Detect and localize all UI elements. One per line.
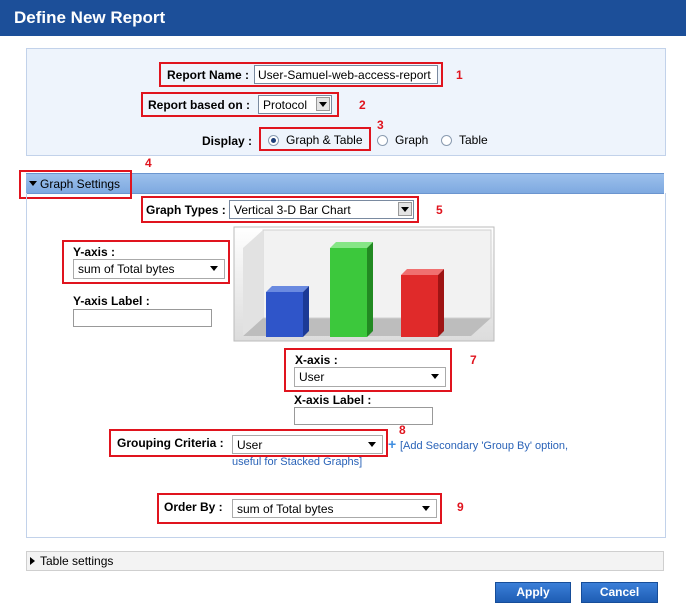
grouping-criteria-select[interactable]: User	[232, 435, 383, 454]
cancel-button[interactable]: Cancel	[581, 582, 658, 603]
add-secondary-group-by-link[interactable]: [Add Secondary 'Group By' option,	[400, 440, 568, 452]
preview-side-wall	[243, 230, 263, 336]
add-plus-icon[interactable]: +	[388, 437, 396, 451]
y-axis-label-input[interactable]	[73, 309, 212, 327]
callout-number-3: 3	[377, 118, 384, 132]
apply-button[interactable]: Apply	[495, 582, 571, 603]
report-name-label: Report Name :	[167, 68, 250, 82]
callout-number-5: 5	[436, 203, 443, 217]
x-axis-select[interactable]: User	[294, 367, 446, 387]
graph-types-select[interactable]: Vertical 3-D Bar Chart	[229, 200, 414, 219]
radio-table[interactable]	[441, 135, 452, 146]
y-axis-label: Y-axis :	[73, 245, 116, 259]
table-settings-label[interactable]: Table settings	[40, 554, 113, 568]
order-by-label: Order By :	[164, 500, 223, 514]
display-label: Display :	[202, 134, 253, 148]
callout-number-9: 9	[457, 500, 464, 514]
chevron-down-icon	[431, 374, 439, 379]
dropdown-arrow-icon	[398, 202, 412, 216]
y-axis-value: sum of Total bytes	[78, 262, 175, 276]
radio-graph-and-table-label: Graph & Table	[286, 133, 363, 147]
x-axis-value: User	[299, 370, 325, 384]
order-by-value: sum of Total bytes	[237, 502, 334, 516]
report-name-input[interactable]: User-Samuel-web-access-report	[254, 65, 438, 84]
table-settings-bar[interactable]	[26, 551, 664, 571]
callout-number-4: 4	[145, 156, 152, 170]
report-based-on-value: Protocol	[263, 98, 308, 112]
callout-number-2: 2	[359, 98, 366, 112]
graph-types-label: Graph Types :	[146, 203, 226, 217]
x-axis-label: X-axis :	[295, 353, 338, 367]
radio-graph-label: Graph	[395, 133, 429, 147]
graph-types-value: Vertical 3-D Bar Chart	[234, 203, 351, 217]
grouping-criteria-label: Grouping Criteria :	[117, 436, 224, 450]
report-based-on-label: Report based on :	[148, 98, 251, 112]
callout-number-1: 1	[456, 68, 463, 82]
graph-settings-label[interactable]: Graph Settings	[40, 177, 120, 191]
chevron-down-icon	[368, 442, 376, 447]
x-axis-label-caption: X-axis Label :	[294, 393, 372, 407]
chevron-down-icon	[422, 506, 430, 511]
chevron-down-icon	[210, 266, 218, 271]
y-axis-label-caption: Y-axis Label :	[73, 294, 150, 308]
callout-number-7: 7	[470, 353, 477, 367]
page-title: Define New Report	[14, 8, 166, 27]
preview-bar-2	[330, 242, 373, 337]
expand-right-icon[interactable]	[30, 557, 35, 565]
order-by-select[interactable]: sum of Total bytes	[232, 499, 437, 518]
radio-graph[interactable]	[377, 135, 388, 146]
callout-number-8: 8	[399, 423, 406, 437]
expand-down-icon[interactable]	[29, 181, 37, 186]
dropdown-arrow-icon	[316, 97, 330, 111]
graph-preview	[233, 226, 495, 342]
y-axis-select[interactable]: sum of Total bytes	[73, 259, 225, 279]
stacked-graphs-link[interactable]: useful for Stacked Graphs]	[232, 456, 362, 468]
preview-bar-3	[401, 269, 444, 337]
grouping-criteria-value: User	[237, 438, 263, 452]
report-based-on-select[interactable]: Protocol	[258, 95, 332, 114]
radio-graph-and-table[interactable]	[268, 135, 279, 146]
radio-table-label: Table	[459, 133, 488, 147]
x-axis-label-input[interactable]	[294, 407, 433, 425]
preview-bar-1	[266, 286, 309, 337]
